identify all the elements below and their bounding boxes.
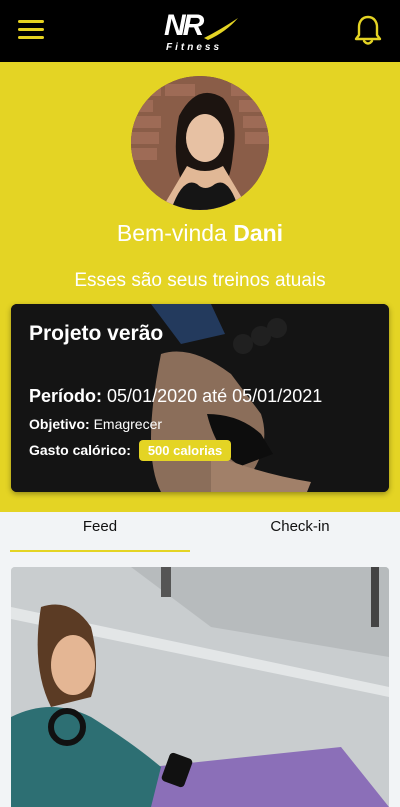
user-name: Dani [233,220,284,246]
logo-swoosh-icon [204,18,238,40]
objective-value: Emagrecer [93,416,163,432]
feed-post-image[interactable] [11,567,389,807]
logo-subtitle: Fitness [166,42,223,53]
avatar-photo [131,76,269,210]
logo-mark: NR [164,9,204,42]
feed-photo [11,567,389,807]
greeting: Bem-vinda Dani [0,218,400,248]
workout-title: Projeto verão [29,322,164,345]
workouts-subtitle: Esses são seus treinos atuais [74,270,326,291]
calories-badge: 500 calorias [138,440,232,461]
period-label: Período: [29,386,103,406]
period-value: 05/01/2020 até 05/01/2021 [107,386,323,406]
bell-icon[interactable] [354,14,382,46]
hamburger-menu-icon[interactable] [18,20,44,42]
avatar[interactable] [131,76,269,210]
tab-bar: Feed Check-in [0,512,400,554]
tab-check-in[interactable]: Check-in [210,512,390,552]
objective-label: Objetivo: [29,416,90,432]
top-bar: NR Fitness [0,0,400,62]
calories-label: Gasto calórico: [29,442,131,458]
greeting-prefix: Bem-vinda [116,220,227,246]
workout-calories: Gasto calórico: 500 calorias [29,440,232,461]
tab-feed[interactable]: Feed [10,512,190,552]
workout-objective: Objetivo: Emagrecer [29,416,162,432]
workout-card[interactable]: Projeto verão Período: 05/01/2020 até 05… [11,304,389,492]
workout-period: Período: 05/01/2020 até 05/01/2021 [29,386,322,407]
app-logo: NR Fitness [158,6,244,56]
